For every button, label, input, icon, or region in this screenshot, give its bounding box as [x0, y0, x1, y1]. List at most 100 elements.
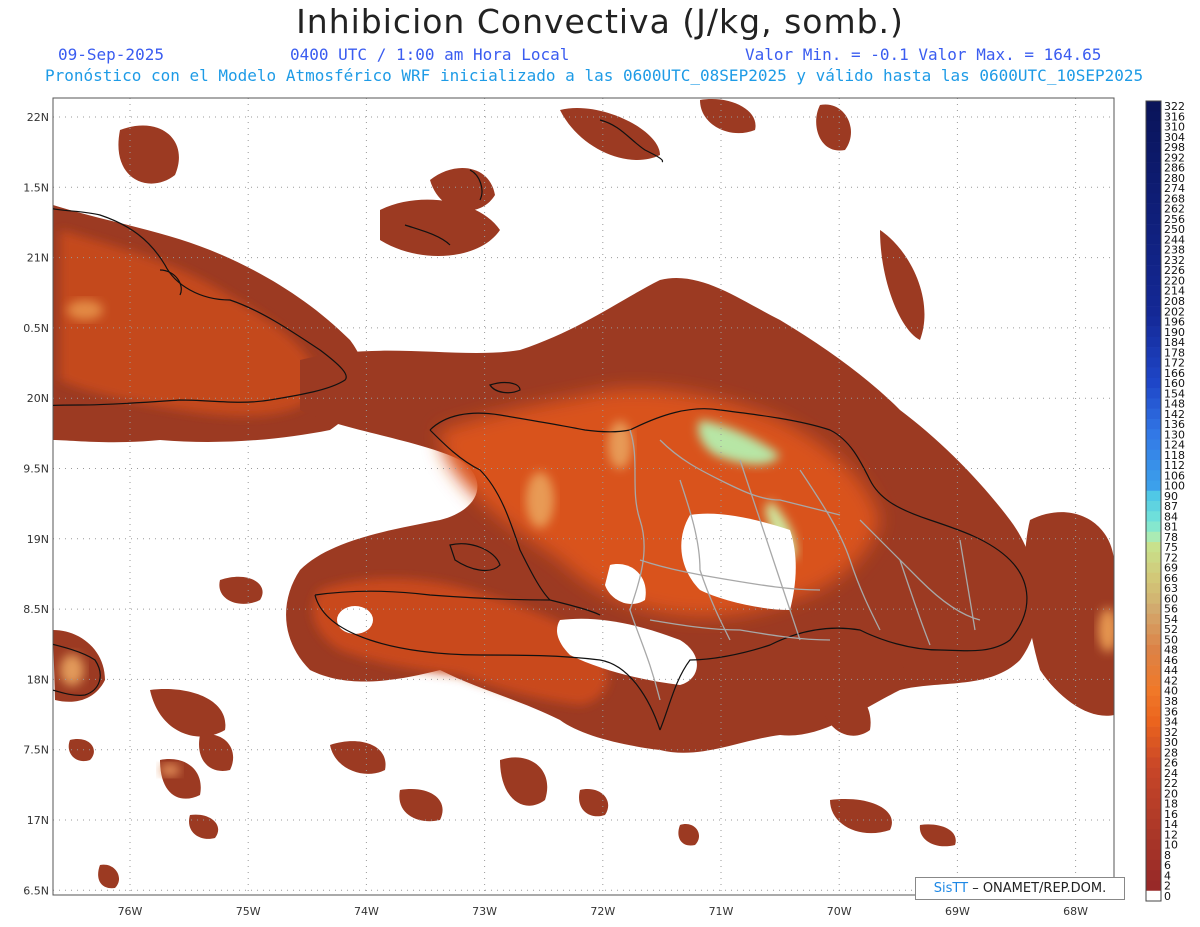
- colorbar-swatch: [1146, 183, 1161, 194]
- colorbar: 3223163103042982922862802742682622562502…: [1145, 100, 1185, 903]
- colorbar-swatch: [1146, 726, 1161, 738]
- colorbar-swatch: [1146, 244, 1161, 256]
- colorbar-swatch: [1146, 562, 1161, 574]
- lon-tick-label: 74W: [354, 905, 379, 918]
- colorbar-swatch: [1146, 203, 1161, 215]
- colorbar-swatch: [1146, 613, 1161, 625]
- lon-tick-label: 70W: [827, 905, 852, 918]
- colorbar-swatch: [1146, 470, 1161, 481]
- colorbar-swatch: [1146, 398, 1161, 409]
- colorbar-swatch: [1146, 501, 1161, 512]
- colorbar-swatch: [1146, 736, 1161, 748]
- colorbar-swatch: [1146, 839, 1161, 851]
- colorbar-swatch: [1146, 408, 1161, 420]
- lat-tick-label: 7.5N: [23, 744, 49, 757]
- colorbar-swatch: [1146, 521, 1161, 533]
- colorbar-swatch: [1146, 326, 1161, 338]
- colorbar-swatch: [1146, 870, 1161, 881]
- colorbar-swatch: [1146, 142, 1161, 153]
- colorbar-swatch: [1146, 624, 1161, 635]
- colorbar-swatch: [1146, 295, 1161, 307]
- colorbar-swatch: [1146, 798, 1161, 809]
- colorbar-swatch: [1146, 634, 1161, 645]
- colorbar-swatch: [1146, 254, 1161, 266]
- lat-tick-label: 18N: [27, 673, 49, 686]
- field-clear-haiti: [337, 606, 373, 634]
- colorbar-swatch: [1146, 480, 1161, 492]
- colorbar-swatch: [1146, 224, 1161, 235]
- colorbar-swatch: [1146, 265, 1161, 276]
- colorbar-swatch: [1146, 429, 1161, 440]
- colorbar-swatch: [1146, 234, 1161, 245]
- field-jamaica-peak: [60, 654, 84, 686]
- colorbar-swatch: [1146, 511, 1161, 522]
- colorbar-swatch: [1146, 572, 1161, 584]
- lat-tick-label: 9.5N: [23, 463, 49, 476]
- colorbar-swatch: [1146, 542, 1161, 553]
- lat-tick-label: 1.5N: [23, 181, 49, 194]
- colorbar-swatch: [1146, 808, 1161, 820]
- colorbar-swatch: [1146, 552, 1161, 563]
- map-figure: Inhibicion Convectiva (J/kg, somb.) 09-S…: [0, 0, 1200, 927]
- colorbar-swatch: [1146, 152, 1161, 163]
- field-east-peak: [1098, 608, 1114, 652]
- lon-tick-label: 73W: [472, 905, 497, 918]
- colorbar-swatch: [1146, 367, 1161, 379]
- lon-tick-label: 76W: [118, 905, 143, 918]
- colorbar-swatch: [1146, 418, 1161, 430]
- lat-tick-label: 8.5N: [23, 603, 49, 616]
- colorbar-swatch: [1146, 193, 1161, 204]
- colorbar-swatch: [1146, 213, 1161, 225]
- field-cuba-peak: [67, 300, 103, 320]
- field-peak-nw: [608, 421, 632, 469]
- lat-tick-label: 17N: [27, 814, 49, 827]
- colorbar-swatch: [1146, 849, 1161, 861]
- colorbar-swatch: [1146, 706, 1161, 717]
- credit-text: – ONAMET/REP.DOM.: [968, 881, 1107, 896]
- colorbar-swatch: [1146, 357, 1161, 368]
- field-south-peak: [160, 764, 180, 776]
- colorbar-swatch: [1146, 829, 1161, 840]
- colorbar-swatch: [1146, 593, 1161, 604]
- colorbar-swatch: [1146, 162, 1161, 174]
- lat-tick-label: 20N: [27, 392, 49, 405]
- colorbar-swatch: [1146, 316, 1161, 327]
- colorbar-swatch: [1146, 665, 1161, 676]
- colorbar-swatch: [1146, 675, 1161, 686]
- colorbar-swatch: [1146, 439, 1161, 451]
- colorbar-swatch: [1146, 388, 1161, 399]
- colorbar-swatch: [1146, 777, 1161, 789]
- colorbar-swatch: [1146, 716, 1161, 727]
- lat-tick-label: 19N: [27, 533, 49, 546]
- lon-tick-label: 68W: [1063, 905, 1088, 918]
- colorbar-swatch: [1146, 757, 1161, 768]
- lat-tick-label: 22N: [27, 111, 49, 124]
- colorbar-swatch: [1146, 449, 1161, 461]
- colorbar-swatch: [1146, 131, 1161, 143]
- lat-axis: 22N 1.5N 21N 0.5N 20N 9.5N 19N 8.5N 18N 7.5N 17N 6.…: [23, 111, 49, 897]
- colorbar-swatch: [1146, 490, 1161, 502]
- colorbar-swatch: [1146, 531, 1161, 543]
- field-peak-west: [526, 472, 554, 528]
- colorbar-swatch: [1146, 275, 1161, 286]
- lon-axis: 76W 75W 74W 73W 72W 71W 70W 69W 68W: [118, 905, 1089, 918]
- colorbar-swatch: [1146, 685, 1161, 697]
- lat-tick-label: 21N: [27, 252, 49, 265]
- colorbar-swatch: [1146, 788, 1161, 799]
- lat-tick-label: 6.5N: [23, 884, 49, 897]
- lon-tick-label: 75W: [236, 905, 261, 918]
- colorbar-swatch: [1146, 747, 1161, 758]
- colorbar-swatch: [1146, 695, 1161, 707]
- colorbar-swatch: [1146, 347, 1161, 358]
- lon-tick-label: 69W: [945, 905, 970, 918]
- colorbar-swatch: [1146, 111, 1161, 122]
- colorbar-swatch: [1146, 654, 1161, 666]
- credit-box: SisTT – ONAMET/REP.DOM.: [915, 877, 1125, 900]
- lon-tick-label: 71W: [709, 905, 734, 918]
- colorbar-swatch: [1146, 285, 1161, 297]
- credit-brand: SisTT: [933, 881, 969, 896]
- colorbar-swatch: [1146, 880, 1161, 892]
- colorbar-swatch: [1146, 172, 1161, 184]
- map-svg: 22N 1.5N 21N 0.5N 20N 9.5N 19N 8.5N 18N 7.5N 17N 6.…: [23, 97, 1185, 918]
- colorbar-swatch: [1146, 583, 1161, 594]
